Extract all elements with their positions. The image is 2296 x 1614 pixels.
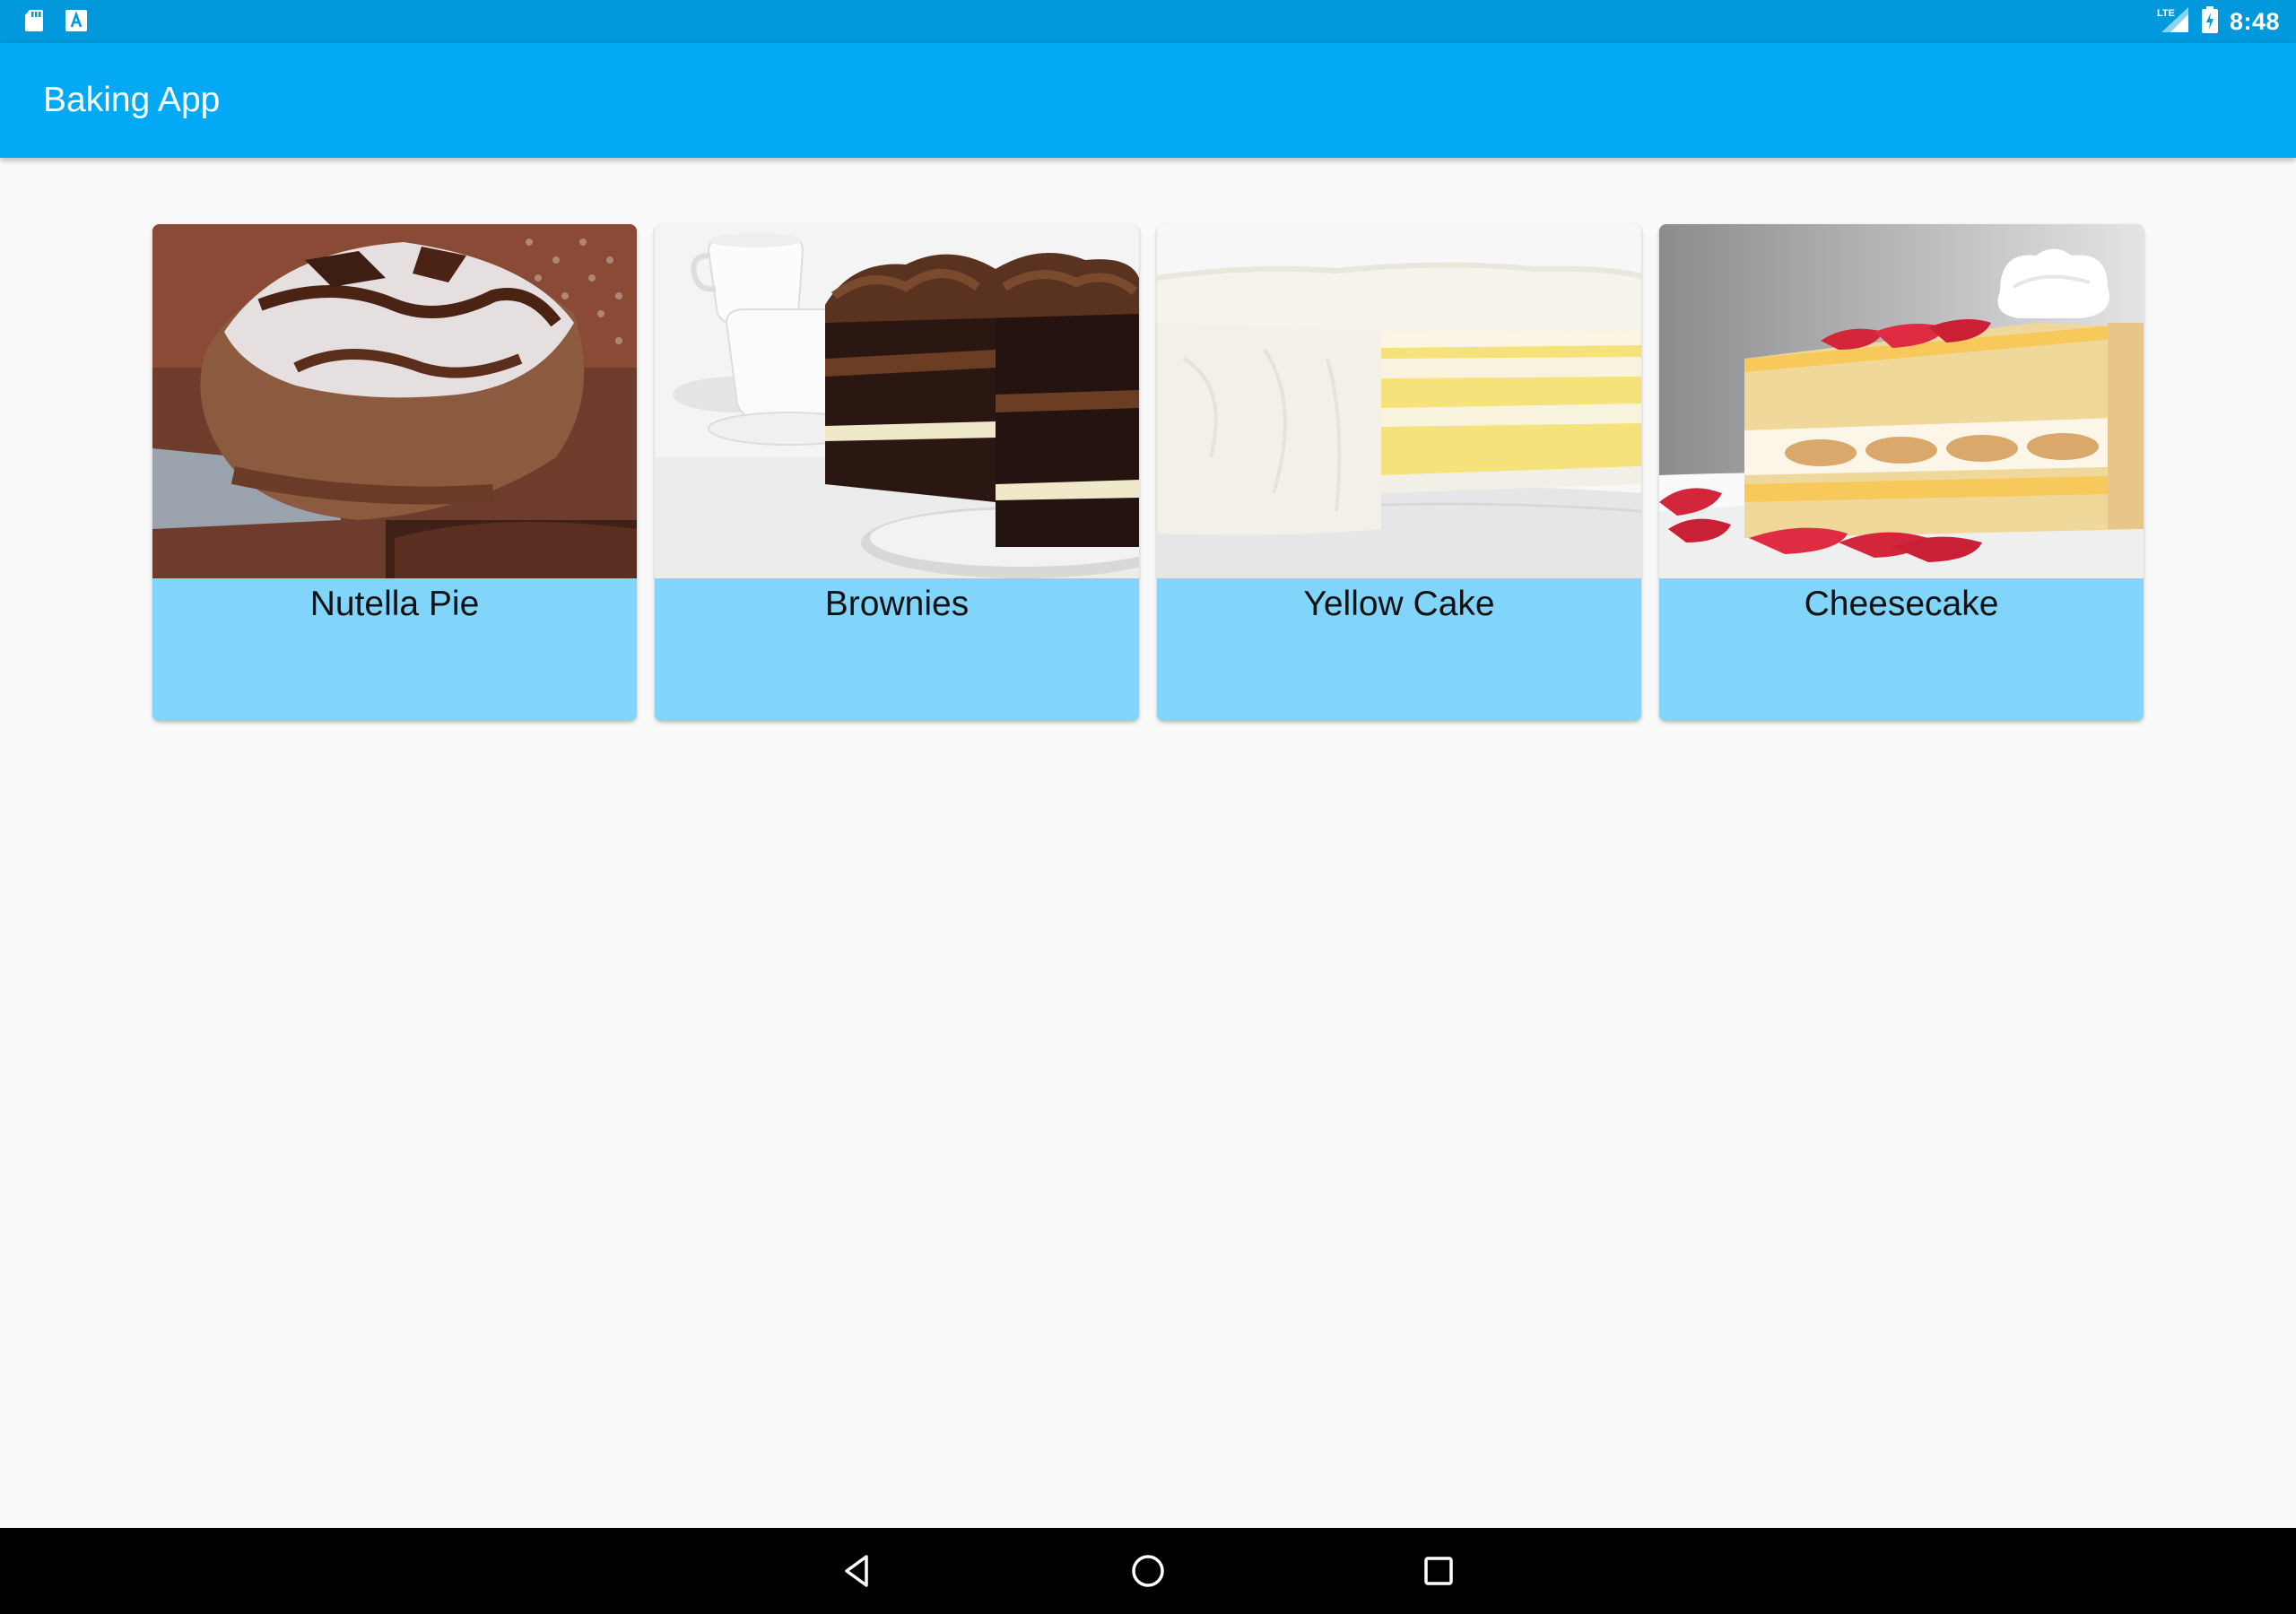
recipe-name: Cheesecake (1804, 585, 1999, 623)
battery-charging-icon (2201, 5, 2219, 39)
recents-button[interactable] (1419, 1551, 1458, 1591)
back-triangle-icon (845, 1555, 868, 1587)
status-time: 8:48 (2229, 7, 2280, 35)
recipe-grid: Nutella Pie Brownies Yellow Cake Cheesec… (0, 158, 2296, 1528)
recipe-image (655, 224, 1139, 578)
recipe-image (1659, 224, 2144, 578)
recipe-card[interactable]: Yellow Cake (1157, 224, 1641, 721)
sd-card-icon (23, 8, 45, 38)
notification-icons (23, 8, 88, 38)
recipe-image (1157, 224, 1641, 578)
recipe-card[interactable]: Brownies (655, 224, 1139, 721)
home-button[interactable] (1128, 1551, 1168, 1591)
recipe-card[interactable]: Cheesecake (1659, 224, 2144, 721)
recipe-name: Yellow Cake (1303, 585, 1495, 623)
recipe-name: Brownies (824, 585, 970, 623)
recipe-card[interactable]: Nutella Pie (152, 224, 637, 721)
lte-signal-icon: LTE (2156, 5, 2190, 39)
home-circle-icon (1132, 1555, 1164, 1587)
recipe-name: Nutella Pie (309, 585, 480, 623)
recipe-image (152, 224, 637, 578)
back-button[interactable] (838, 1551, 877, 1591)
app-title: Baking App (43, 81, 221, 119)
app-bar: Baking App (0, 43, 2296, 158)
system-status-icons: LTE 8:48 (2156, 5, 2280, 38)
status-bar: LTE 8:48 (0, 0, 2296, 43)
navigation-bar (0, 1528, 2296, 1614)
font-a-icon (65, 9, 88, 37)
lte-label: LTE (2157, 8, 2175, 19)
recents-square-icon (1424, 1557, 1453, 1585)
